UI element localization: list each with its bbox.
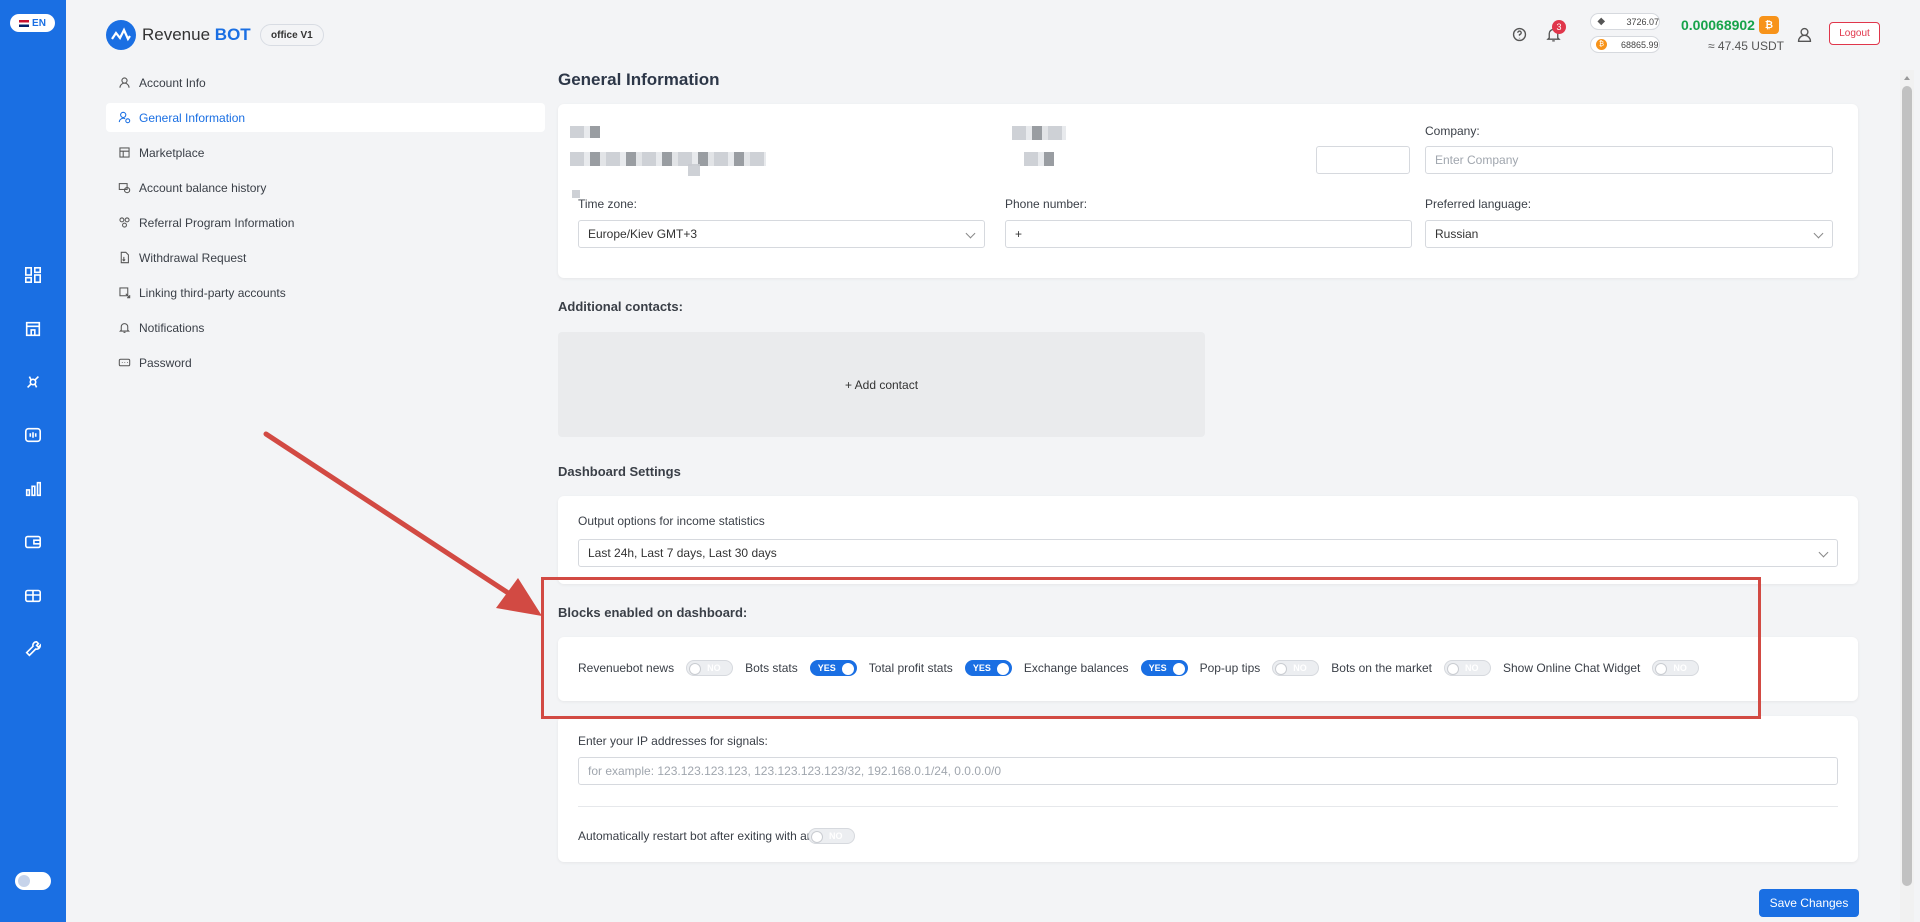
left-rail: EN (0, 0, 66, 922)
general-info-card: Company: Enter Company Time zone: Europe… (558, 104, 1858, 278)
blocks-enabled-title: Blocks enabled on dashboard: (558, 605, 748, 620)
office-badge[interactable]: office V1 (260, 24, 324, 46)
btc-price-pill: ₿ 68865.99 (1590, 36, 1660, 53)
toggle-total-profit-stats[interactable]: YES (964, 660, 1012, 676)
chevron-down-icon (1813, 228, 1824, 239)
notification-count-badge: 3 (1552, 20, 1566, 34)
nav-password[interactable]: Password (106, 348, 545, 377)
ip-label: Enter your IP addresses for signals: (578, 734, 768, 748)
redacted-field (570, 152, 766, 166)
chevron-down-icon (965, 228, 976, 239)
language-switch[interactable]: EN (10, 14, 55, 32)
balance-usdt: ≈ 47.45 USDT (1708, 39, 1784, 53)
logo-icon (106, 20, 136, 50)
signals-settings-card: Enter your IP addresses for signals: for… (558, 716, 1858, 862)
block-label-revenuebot-news: Revenuebot news (578, 661, 675, 675)
block-label-bots-on-market: Bots on the market (1331, 661, 1432, 675)
redacted-input[interactable] (1316, 146, 1410, 174)
add-contact-button[interactable]: + Add contact (558, 332, 1205, 437)
balance-history-icon (118, 183, 131, 194)
divider (578, 806, 1838, 807)
redacted-fragment (688, 164, 700, 176)
nav-account-balance-history[interactable]: Account balance history (106, 173, 545, 202)
nav-linking-third-party[interactable]: Linking third-party accounts (106, 278, 545, 307)
toggle-bots-stats[interactable]: YES (809, 660, 857, 676)
phone-label: Phone number: (1005, 197, 1088, 211)
ip-input[interactable]: for example: 123.123.123.123, 123.123.12… (578, 757, 1838, 785)
block-label-total-profit-stats: Total profit stats (868, 661, 953, 675)
toggle-auto-restart[interactable]: NO (808, 828, 855, 844)
signals-icon[interactable] (22, 424, 44, 446)
nav-referral-program[interactable]: Referral Program Information (106, 208, 545, 237)
language-label: Preferred language: (1425, 197, 1532, 211)
language-select[interactable]: Russian (1425, 220, 1833, 248)
user-profile-icon[interactable] (1794, 24, 1814, 44)
user-settings-icon (118, 111, 131, 124)
nav-marketplace[interactable]: Marketplace (106, 138, 545, 167)
logo[interactable]: Revenue BOT (106, 20, 251, 50)
phone-input[interactable]: + (1005, 220, 1412, 248)
redacted-label (570, 126, 600, 138)
uk-flag-icon (19, 19, 30, 27)
user-icon (119, 77, 130, 88)
btc-icon: ₿ (1596, 39, 1607, 50)
wallet-icon[interactable] (22, 531, 44, 553)
additional-contacts-title: Additional contacts: (558, 299, 683, 314)
redacted-field (1024, 152, 1054, 166)
block-label-bots-stats: Bots stats (745, 661, 798, 675)
auto-restart-label: Automatically restart bot after exiting … (578, 829, 843, 843)
nav-account-info[interactable]: Account Info (106, 68, 545, 97)
eth-price-pill: ◆ 3726.07 (1590, 13, 1660, 30)
marketplace-icon (119, 147, 130, 158)
withdrawal-icon (120, 251, 129, 264)
bell-icon (119, 323, 130, 333)
company-label: Company: (1425, 124, 1480, 138)
income-stats-label: Output options for income statistics (578, 514, 765, 528)
password-icon (118, 358, 131, 367)
block-label-popup-tips: Pop-up tips (1199, 661, 1261, 675)
support-chat-icon[interactable] (1509, 24, 1529, 44)
company-input[interactable]: Enter Company (1425, 146, 1833, 174)
blocks-toggles-row: Revenuebot news NO Bots stats YES Total … (578, 660, 1711, 676)
gift-icon[interactable] (22, 584, 44, 606)
annotation-arrow (263, 431, 542, 616)
sun-icon (18, 875, 30, 887)
toggle-popup-tips[interactable]: NO (1272, 660, 1320, 676)
scroll-up-arrow-icon[interactable] (1904, 76, 1910, 80)
toggle-exchange-balances[interactable]: YES (1140, 660, 1188, 676)
nav-general-information[interactable]: General Information (106, 103, 545, 132)
redacted-label (1012, 126, 1066, 140)
balance-value: 0.00068902 (1681, 17, 1755, 33)
logo-text: Revenue BOT (142, 25, 251, 44)
block-label-online-chat-widget: Show Online Chat Widget (1502, 661, 1641, 675)
bots-icon[interactable] (22, 371, 44, 393)
logout-button[interactable]: Logout (1829, 22, 1880, 45)
settings-nav: Account Info General Information Marketp… (106, 68, 545, 383)
timezone-label: Time zone: (578, 197, 637, 211)
theme-toggle[interactable] (15, 872, 51, 890)
dashboard-settings-title: Dashboard Settings (558, 464, 681, 479)
timezone-select[interactable]: Europe/Kiev GMT+3 (578, 220, 985, 248)
eth-icon: ◆ (1597, 16, 1606, 27)
dashboard-icon[interactable] (22, 264, 44, 286)
scrollbar-thumb[interactable] (1902, 86, 1912, 886)
toggle-bots-on-market[interactable]: NO (1443, 660, 1491, 676)
btc-wallet-icon[interactable]: ₿ (1759, 16, 1779, 34)
nav-notifications[interactable]: Notifications (106, 313, 545, 342)
store-icon[interactable] (22, 318, 44, 340)
chevron-down-icon (1818, 547, 1829, 558)
statistics-icon[interactable] (22, 478, 44, 500)
referral-icon (119, 217, 130, 228)
income-stats-select[interactable]: Last 24h, Last 7 days, Last 30 days (578, 539, 1838, 567)
tools-icon[interactable] (22, 638, 44, 660)
toggle-revenuebot-news[interactable]: NO (686, 660, 734, 676)
save-changes-button[interactable]: Save Changes (1759, 889, 1859, 917)
block-label-exchange-balances: Exchange balances (1023, 661, 1129, 675)
toggle-online-chat-widget[interactable]: NO (1652, 660, 1700, 676)
nav-withdrawal-request[interactable]: Withdrawal Request (106, 243, 545, 272)
link-icon (119, 287, 131, 299)
page-title: General Information (558, 70, 720, 89)
dashboard-settings-card: Output options for income statistics Las… (558, 496, 1858, 584)
